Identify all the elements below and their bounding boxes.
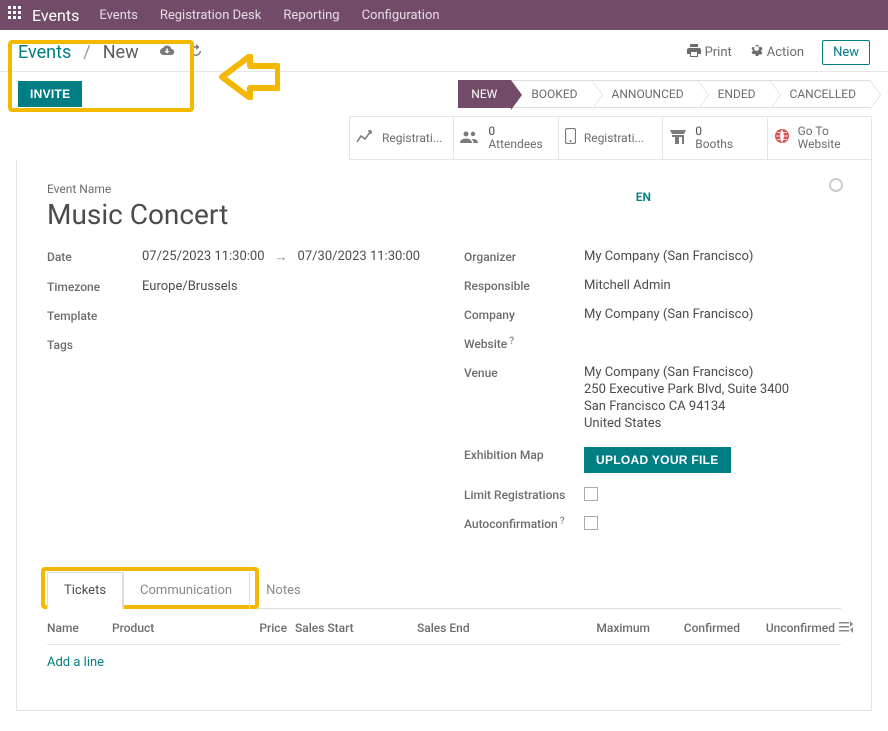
venue-addr2: San Francisco CA 94134 xyxy=(584,399,789,414)
stage-cancelled[interactable]: CANCELLED xyxy=(770,80,870,108)
goto-label1: Go To xyxy=(798,125,841,138)
col-name: Name xyxy=(47,621,112,636)
stage-booked[interactable]: BOOKED xyxy=(511,80,591,108)
tabs: Tickets Communication Notes xyxy=(47,571,841,609)
timezone-value[interactable]: Europe/Brussels xyxy=(142,279,238,294)
label-tags: Tags xyxy=(47,337,142,352)
tab-communication[interactable]: Communication xyxy=(123,572,249,609)
people-icon xyxy=(460,129,480,148)
tab-notes[interactable]: Notes xyxy=(249,572,318,609)
invite-button[interactable]: INVITE xyxy=(18,81,82,107)
attendees-label: Attendees xyxy=(488,138,542,151)
tab-tickets[interactable]: Tickets xyxy=(47,572,123,609)
cloud-save-icon[interactable] xyxy=(159,44,175,62)
gear-icon xyxy=(750,44,763,61)
venue-addr1: 250 Executive Park Blvd, Suite 3400 xyxy=(584,382,789,397)
booths-count: 0 xyxy=(695,125,733,138)
statcard-goto-website[interactable]: Go ToWebsite xyxy=(768,117,871,159)
status-stages: NEW BOOKED ANNOUNCED ENDED CANCELLED xyxy=(458,80,870,108)
col-sales-start: Sales Start xyxy=(287,621,417,636)
responsible-value[interactable]: Mitchell Admin xyxy=(584,278,671,293)
autoconf-checkbox[interactable] xyxy=(584,516,598,530)
annotation-arrow xyxy=(218,54,280,104)
menu-configuration[interactable]: Configuration xyxy=(362,8,440,23)
label-date: Date xyxy=(47,249,142,264)
breadcrumb-current: New xyxy=(103,42,139,63)
label-template: Template xyxy=(47,308,142,323)
upload-button[interactable]: UPLOAD YOUR FILE xyxy=(584,447,731,473)
help-icon[interactable]: ? xyxy=(509,336,514,347)
breadcrumb-root[interactable]: Events xyxy=(18,42,71,63)
print-action[interactable]: Print xyxy=(687,44,732,61)
col-product: Product xyxy=(112,621,252,636)
label-exmap: Exhibition Map xyxy=(464,447,584,462)
stage-announced[interactable]: ANNOUNCED xyxy=(592,80,698,108)
app-brand[interactable]: Events xyxy=(32,6,79,25)
col-unconfirmed: Unconfirmed xyxy=(740,621,835,636)
col-options-icon[interactable] xyxy=(835,621,857,636)
statcard-booths[interactable]: 0Booths xyxy=(663,117,767,159)
arrow-right-icon: → xyxy=(275,249,288,265)
col-sales-end: Sales End xyxy=(417,621,562,636)
top-menu: Events Registration Desk Reporting Confi… xyxy=(99,8,439,23)
statcard-registration2[interactable]: Registrati... xyxy=(559,117,663,159)
discard-icon[interactable] xyxy=(189,44,203,62)
lang-button[interactable]: EN xyxy=(636,190,651,204)
status-row: INVITE NEW BOOKED ANNOUNCED ENDED CANCEL… xyxy=(0,72,888,116)
booth-icon xyxy=(669,129,687,148)
phone-icon xyxy=(565,128,576,148)
col-price: Price xyxy=(252,621,287,636)
organizer-value[interactable]: My Company (San Francisco) xyxy=(584,249,753,264)
print-label: Print xyxy=(705,45,732,60)
label-venue: Venue xyxy=(464,365,584,380)
add-line-link[interactable]: Add a line xyxy=(47,645,841,680)
action-menu[interactable]: Action xyxy=(750,44,804,61)
goto-label2: Website xyxy=(798,138,841,151)
action-label: Action xyxy=(767,45,804,60)
apps-icon[interactable] xyxy=(8,6,22,24)
label-autoconf: Autoconfirmation? xyxy=(464,516,584,531)
menu-events[interactable]: Events xyxy=(99,8,137,23)
menu-registration-desk[interactable]: Registration Desk xyxy=(160,8,262,23)
help-icon[interactable]: ? xyxy=(560,516,565,527)
globe-icon xyxy=(774,128,790,148)
label-company: Company xyxy=(464,307,584,322)
label-timezone: Timezone xyxy=(47,279,142,294)
breadcrumb-row: Events / New Print Action New xyxy=(0,30,888,72)
venue-name: My Company (San Francisco) xyxy=(584,365,789,380)
event-name-label: Event Name xyxy=(47,182,841,196)
col-confirmed: Confirmed xyxy=(650,621,740,636)
label-organizer: Organizer xyxy=(464,249,584,264)
breadcrumb-sep: / xyxy=(83,42,90,63)
booths-label: Booths xyxy=(695,138,733,151)
print-icon xyxy=(687,44,701,61)
chart-icon xyxy=(356,129,374,148)
menu-reporting[interactable]: Reporting xyxy=(283,8,339,23)
event-name[interactable]: Music Concert xyxy=(47,198,841,231)
col-maximum: Maximum xyxy=(562,621,650,636)
label-limit-reg: Limit Registrations xyxy=(464,487,584,502)
date-start[interactable]: 07/25/2023 11:30:00 xyxy=(142,249,265,264)
tickets-table-head: Name Product Price Sales Start Sales End… xyxy=(47,609,841,645)
statcard-registration[interactable]: Registrati... xyxy=(350,117,454,159)
company-value[interactable]: My Company (San Francisco) xyxy=(584,307,753,322)
stat-cards: Registrati... 0Attendees Registrati... 0… xyxy=(349,116,872,160)
new-button[interactable]: New xyxy=(822,40,870,65)
attendees-count: 0 xyxy=(488,125,542,138)
label-responsible: Responsible xyxy=(464,278,584,293)
date-end[interactable]: 07/30/2023 11:30:00 xyxy=(298,249,421,264)
form-body: Event Name Music Concert EN Date 07/25/2… xyxy=(16,160,872,711)
label-website: Website? xyxy=(464,336,584,351)
statcard-reg-label: Registrati... xyxy=(382,131,442,145)
statcard-reg2-label: Registrati... xyxy=(584,131,644,145)
limit-reg-checkbox[interactable] xyxy=(584,487,598,501)
stage-new[interactable]: NEW xyxy=(458,80,511,108)
statcard-attendees[interactable]: 0Attendees xyxy=(454,117,558,159)
topbar: Events Events Registration Desk Reportin… xyxy=(0,0,888,30)
venue-country: United States xyxy=(584,416,789,431)
venue-value[interactable]: My Company (San Francisco) 250 Executive… xyxy=(584,365,789,433)
